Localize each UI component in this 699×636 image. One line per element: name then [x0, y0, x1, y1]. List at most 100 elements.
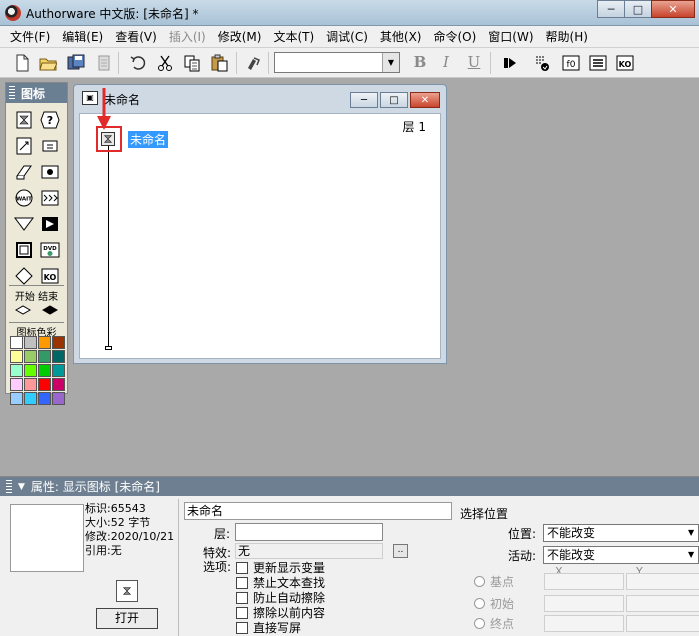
- navigate-diamond-icon[interactable]: [13, 266, 35, 286]
- radio-button[interactable]: [474, 598, 485, 609]
- open-button[interactable]: 打开: [96, 608, 158, 629]
- interaction-icon[interactable]: ?: [39, 110, 61, 130]
- color-swatch[interactable]: [10, 392, 23, 405]
- menu-modify[interactable]: 修改(M): [212, 27, 268, 47]
- start-flag-icon[interactable]: [14, 305, 31, 315]
- minimize-button[interactable]: ─: [597, 0, 625, 18]
- grip-handle[interactable]: [6, 480, 12, 494]
- dw-minimize-button[interactable]: ─: [350, 92, 378, 108]
- color-swatch[interactable]: [52, 392, 65, 405]
- color-swatch[interactable]: [38, 336, 51, 349]
- menu-commands[interactable]: 命令(O): [427, 27, 482, 47]
- motion-icon[interactable]: [13, 136, 35, 156]
- effect-browse-button[interactable]: ..: [393, 544, 408, 558]
- checkbox[interactable]: [236, 591, 248, 604]
- activity-select[interactable]: 不能改变 ▼: [543, 546, 699, 564]
- dropdown-arrow-icon[interactable]: ▼: [688, 525, 698, 541]
- maximize-button[interactable]: □: [624, 0, 652, 18]
- collapse-triangle-icon[interactable]: ▼: [18, 482, 25, 492]
- knowledge-object-icon[interactable]: KO: [39, 266, 61, 286]
- design-window-titlebar[interactable]: ▣ 未命名 ─ □ ✕: [74, 85, 446, 111]
- grip-handle[interactable]: [9, 86, 15, 100]
- run-icon[interactable]: [500, 53, 520, 73]
- control-panel-icon[interactable]: [532, 53, 552, 73]
- variables-icon[interactable]: [588, 53, 608, 73]
- color-swatch[interactable]: [52, 378, 65, 391]
- menu-text[interactable]: 文本(T): [267, 27, 320, 47]
- wait-icon[interactable]: WAIT: [13, 188, 35, 208]
- calculation-icon[interactable]: [39, 136, 61, 156]
- menu-debug[interactable]: 调试(C): [320, 27, 374, 47]
- color-swatch[interactable]: [52, 364, 65, 377]
- dropdown-arrow-icon[interactable]: ▼: [382, 53, 399, 72]
- undo-icon[interactable]: [128, 53, 148, 73]
- save-all-icon[interactable]: [66, 53, 86, 73]
- digital-movie-icon[interactable]: [39, 214, 61, 234]
- cut-icon[interactable]: [155, 53, 175, 73]
- import-icon[interactable]: [94, 53, 114, 73]
- menu-file[interactable]: 文件(F): [4, 27, 56, 47]
- color-swatch[interactable]: [10, 378, 23, 391]
- color-swatch[interactable]: [10, 336, 23, 349]
- italic-button[interactable]: I: [437, 53, 455, 71]
- checkbox[interactable]: [236, 606, 248, 619]
- color-swatch[interactable]: [24, 378, 37, 391]
- decision-icon[interactable]: [13, 214, 35, 234]
- color-swatch[interactable]: [38, 378, 51, 391]
- dvd-icon[interactable]: DVD: [39, 240, 61, 260]
- menu-help[interactable]: 帮助(H): [540, 27, 594, 47]
- color-swatch[interactable]: [10, 350, 23, 363]
- radio-initial[interactable]: 初始: [474, 595, 514, 612]
- radio-base-point[interactable]: 基点: [474, 573, 514, 590]
- knowledge-objects-icon[interactable]: KO: [615, 53, 635, 73]
- menu-window[interactable]: 窗口(W): [482, 27, 539, 47]
- framework-icon[interactable]: [39, 188, 61, 208]
- navigation-icon[interactable]: [39, 162, 61, 182]
- checkbox[interactable]: [236, 621, 248, 634]
- functions-icon[interactable]: f0: [561, 53, 581, 73]
- map-icon[interactable]: [13, 240, 35, 260]
- new-file-icon[interactable]: [12, 53, 32, 73]
- dw-maximize-button[interactable]: □: [380, 92, 408, 108]
- menu-edit[interactable]: 编辑(E): [56, 27, 109, 47]
- color-swatch[interactable]: [38, 392, 51, 405]
- position-select[interactable]: 不能改变 ▼: [543, 524, 699, 542]
- close-button[interactable]: ✕: [651, 0, 695, 18]
- color-swatch[interactable]: [10, 364, 23, 377]
- copy-icon[interactable]: [182, 53, 202, 73]
- flow-icon-label[interactable]: 未命名: [128, 131, 169, 148]
- checkbox[interactable]: [236, 576, 248, 589]
- stop-flag-icon[interactable]: [42, 305, 59, 315]
- erase-icon[interactable]: [13, 162, 35, 182]
- menu-view[interactable]: 查看(V): [109, 27, 163, 47]
- font-select[interactable]: ▼: [274, 52, 400, 73]
- menu-xtras[interactable]: 其他(X): [374, 27, 428, 47]
- dw-close-button[interactable]: ✕: [410, 92, 440, 108]
- color-swatch[interactable]: [52, 336, 65, 349]
- layer-field[interactable]: [235, 523, 383, 541]
- display-icon[interactable]: [13, 110, 35, 130]
- color-swatch[interactable]: [24, 392, 37, 405]
- open-folder-icon[interactable]: [38, 53, 58, 73]
- icon-name-field[interactable]: 未命名: [184, 502, 452, 520]
- color-swatch[interactable]: [24, 350, 37, 363]
- bold-button[interactable]: B: [411, 53, 429, 71]
- radio-end-point[interactable]: 终点: [474, 615, 514, 632]
- radio-button[interactable]: [474, 576, 485, 587]
- find-icon[interactable]: [244, 53, 264, 73]
- color-swatch[interactable]: [52, 350, 65, 363]
- paste-icon[interactable]: [209, 53, 229, 73]
- flowline[interactable]: [108, 144, 109, 347]
- checkbox[interactable]: [236, 561, 248, 574]
- color-swatch[interactable]: [24, 364, 37, 377]
- color-swatch[interactable]: [24, 336, 37, 349]
- menu-insert[interactable]: 插入(I): [163, 27, 212, 47]
- color-swatch[interactable]: [38, 364, 51, 377]
- underline-button[interactable]: U: [465, 53, 483, 71]
- flowline-canvas[interactable]: 层 1 未命名: [79, 113, 441, 359]
- option-direct-to-screen[interactable]: 直接写屏: [236, 619, 301, 636]
- color-swatch[interactable]: [38, 350, 51, 363]
- properties-header[interactable]: ▼ 属性: 显示图标 [未命名]: [0, 477, 699, 496]
- dropdown-arrow-icon[interactable]: ▼: [688, 547, 698, 563]
- radio-button[interactable]: [474, 618, 485, 629]
